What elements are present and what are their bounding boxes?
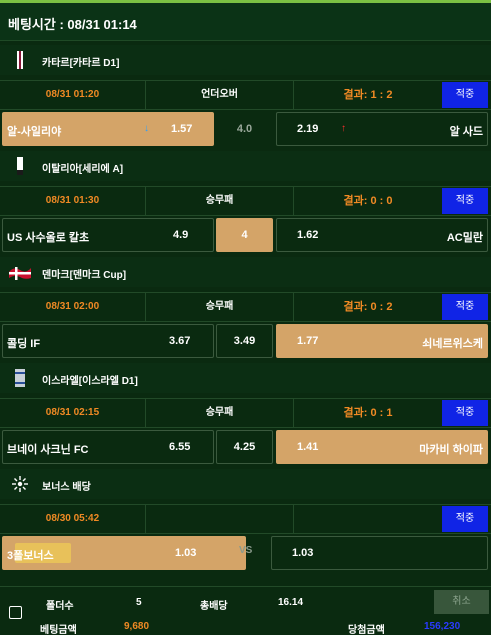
match-info-row: 08/30 05:42 적중 [0, 504, 491, 534]
match-time: 08/31 01:20 [0, 81, 146, 109]
league-row-italy: 이탈리아[세리에 A] [0, 151, 491, 181]
home-odds-button[interactable]: 브네이 사크닌 FC 6.55 [2, 430, 214, 464]
match-time: 08/31 01:30 [0, 187, 146, 215]
match-time: 08/31 02:00 [0, 293, 146, 321]
away-odds-button[interactable]: 1.62 AC밀란 [276, 218, 488, 252]
league-name: 보너스 배당 [42, 482, 91, 493]
betting-time-label: 베팅시간 : 08/31 01:14 [8, 17, 137, 32]
league-row-israel: 이스라엘[이스라엘 D1] [0, 363, 491, 393]
home-team: US 사수올로 칼초 [7, 232, 90, 244]
home-odds: 4.9 [173, 229, 189, 241]
cancel-button[interactable]: 취소 [434, 590, 489, 614]
away-odds: 2.19 [297, 123, 319, 135]
away-odds: 1.03 [292, 547, 314, 559]
match-info-row: 08/31 02:15 승무패 결과: 0 : 1 적중 [0, 398, 491, 428]
match-result: 결과: 0 : 2 [343, 301, 393, 313]
select-checkbox[interactable] [9, 606, 22, 619]
total-odds-value: 16.14 [278, 597, 304, 608]
home-team: 알-사일리야 [7, 126, 62, 138]
away-odds: 1.62 [297, 229, 319, 241]
bonus-label: 3폴보너스 [7, 550, 54, 562]
italy-flag-icon [17, 157, 23, 175]
bonus-odds: 1.03 [175, 547, 197, 559]
home-team: 브네이 사크닌 FC [7, 444, 89, 456]
apply-button[interactable]: 적중 [442, 400, 488, 426]
away-team: 알 사드 [449, 126, 483, 138]
bet-type [146, 505, 294, 533]
away-odds-button[interactable]: 1.77 쇠네르위스케 [276, 324, 488, 358]
bonus-away-odds-cell[interactable]: 1.03 [271, 536, 488, 570]
odds-up-arrow-icon: ↑ [341, 123, 346, 134]
home-odds: 6.55 [169, 441, 191, 453]
league-name: 덴마크[덴마크 Cup] [42, 270, 127, 281]
odds-row: 알-사일리야 ↓ 1.57 4.0 2.19 ↑ 알 사드 [0, 111, 491, 147]
draw-odds-button[interactable]: 3.49 [216, 324, 273, 358]
match-info-row: 08/31 02:00 승무패 결과: 0 : 2 적중 [0, 292, 491, 322]
draw-odds: 3.49 [233, 335, 256, 347]
bet-type: 승무패 [146, 293, 294, 321]
bet-slip-footer: 폴더수 5 총배당 16.14 취소 베팅금액 9,680 당첨금액 156,2… [0, 586, 491, 635]
win-amount-label: 당첨금액 [348, 625, 385, 635]
bet-type: 승무패 [146, 399, 294, 427]
home-odds: 3.67 [169, 335, 191, 347]
draw-odds-button[interactable]: 4 [216, 218, 273, 252]
away-odds-button[interactable]: 2.19 ↑ 알 사드 [276, 112, 488, 146]
vs-label: VS [239, 545, 253, 556]
apply-button[interactable]: 적중 [442, 506, 488, 532]
home-odds: 1.57 [171, 123, 193, 135]
league-name: 이탈리아[세리에 A] [42, 164, 124, 175]
odds-row: 3폴보너스 1.03 VS 1.03 [0, 535, 491, 571]
away-team: AC밀란 [446, 232, 483, 244]
league-name: 이스라엘[이스라엘 D1] [42, 376, 138, 387]
folder-count-value: 5 [136, 597, 142, 608]
total-odds-label: 총배당 [200, 601, 228, 612]
match-info-row: 08/31 01:30 승무패 결과: 0 : 0 적중 [0, 186, 491, 216]
win-amount-value: 156,230 [424, 621, 461, 632]
odds-row: US 사수올로 칼초 4.9 4 1.62 AC밀란 [0, 217, 491, 253]
denmark-flag-icon [9, 267, 31, 280]
home-odds-button[interactable]: US 사수올로 칼초 4.9 [2, 218, 214, 252]
league-row-denmark: 덴마크[덴마크 Cup] [0, 257, 491, 287]
israel-flag-icon [15, 369, 25, 387]
folder-count-label: 폴더수 [46, 601, 74, 612]
bet-type: 승무패 [146, 187, 294, 215]
home-team: 콜딩 IF [7, 338, 41, 350]
bet-amount-value: 9,680 [124, 621, 150, 632]
league-name: 카타르[카타르 D1] [42, 58, 120, 69]
away-team: 쇠네르위스케 [422, 338, 483, 350]
home-odds-button[interactable]: 알-사일리야 ↓ 1.57 [2, 112, 214, 146]
bonus-sparkle-icon [12, 476, 28, 492]
match-result: 결과: 1 : 2 [343, 89, 393, 101]
odds-down-arrow-icon: ↓ [144, 123, 149, 134]
draw-odds-cell: 4.0 [216, 112, 273, 146]
league-row-bonus: 보너스 배당 [0, 469, 491, 499]
draw-odds-button[interactable]: 4.25 [216, 430, 273, 464]
draw-odds: 4.0 [236, 123, 253, 135]
home-odds-button[interactable]: 콜딩 IF 3.67 [2, 324, 214, 358]
apply-button[interactable]: 적중 [442, 294, 488, 320]
away-odds-button[interactable]: 1.41 마카비 하이파 [276, 430, 488, 464]
league-row-qatar: 카타르[카타르 D1] [0, 45, 491, 75]
odds-row: 콜딩 IF 3.67 3.49 1.77 쇠네르위스케 [0, 323, 491, 359]
betting-time-header: 베팅시간 : 08/31 01:14 [0, 3, 491, 41]
match-time: 08/31 02:15 [0, 399, 146, 427]
odds-row: 브네이 사크닌 FC 6.55 4.25 1.41 마카비 하이파 [0, 429, 491, 465]
away-odds: 1.41 [297, 441, 319, 453]
match-info-row: 08/31 01:20 언더오버 결과: 1 : 2 적중 [0, 80, 491, 110]
draw-odds: 4 [241, 229, 248, 241]
apply-button[interactable]: 적중 [442, 82, 488, 108]
match-result: 결과: 0 : 0 [343, 195, 393, 207]
away-team: 마카비 하이파 [419, 444, 483, 456]
match-time: 08/30 05:42 [0, 505, 146, 533]
away-odds: 1.77 [297, 335, 319, 347]
apply-button[interactable]: 적중 [442, 188, 488, 214]
bet-amount-label: 베팅금액 [40, 625, 77, 635]
match-result [294, 505, 442, 533]
bet-type: 언더오버 [146, 81, 294, 109]
draw-odds: 4.25 [233, 441, 256, 453]
qatar-flag-icon [17, 51, 23, 69]
match-result: 결과: 0 : 1 [343, 407, 393, 419]
bonus-odds-button[interactable]: 3폴보너스 1.03 [2, 536, 246, 570]
